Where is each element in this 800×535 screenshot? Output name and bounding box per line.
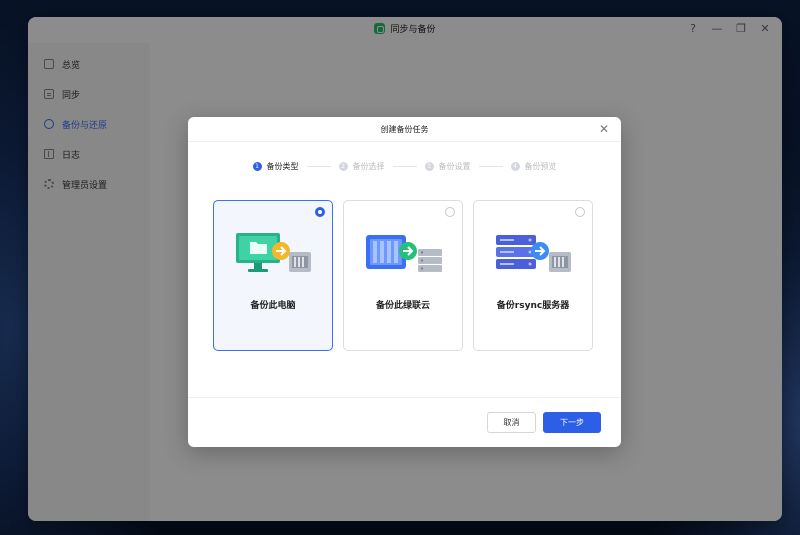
radio-button[interactable] <box>315 207 325 217</box>
step-label: 备份类型 <box>266 161 299 171</box>
create-backup-dialog: 创建备份任务 ✕ 1 备份类型 2 备份选择 3 备份设置 4 备份预览 备份此… <box>188 117 621 447</box>
radio-button[interactable] <box>575 207 585 217</box>
step-label: 备份设置 <box>438 161 471 171</box>
step-label: 备份选择 <box>352 161 385 171</box>
card-label: 备份rsync服务器 <box>496 301 570 311</box>
server-to-nas-icon <box>496 235 571 272</box>
step-backup-settings: 3 备份设置 <box>424 161 471 172</box>
card-label: 备份此电脑 <box>250 301 296 311</box>
step-divider <box>306 165 331 167</box>
option-backup-rsync-server[interactable]: 备份rsync服务器 <box>473 200 593 351</box>
option-backup-this-nas[interactable]: 备份此绿联云 <box>343 200 463 351</box>
option-backup-this-pc[interactable]: 备份此电脑 <box>213 200 333 351</box>
step-divider <box>478 165 503 167</box>
dialog-footer: 取消 下一步 <box>188 397 621 447</box>
cancel-button[interactable]: 取消 <box>487 412 536 433</box>
computer-to-nas-icon <box>236 233 311 272</box>
step-divider <box>392 165 417 167</box>
step-number: 1 <box>252 161 262 171</box>
step-label: 备份预览 <box>524 161 557 171</box>
close-icon[interactable]: ✕ <box>599 122 609 136</box>
step-number: 3 <box>424 161 434 171</box>
next-step-button[interactable]: 下一步 <box>543 412 601 433</box>
step-indicator: 1 备份类型 2 备份选择 3 备份设置 4 备份预览 <box>188 159 621 173</box>
step-backup-type: 1 备份类型 <box>252 161 299 172</box>
step-number: 4 <box>510 161 520 171</box>
step-number: 2 <box>338 161 348 171</box>
nas-to-server-icon <box>366 235 442 272</box>
radio-button[interactable] <box>445 207 455 217</box>
step-backup-preview: 4 备份预览 <box>510 161 557 172</box>
card-label: 备份此绿联云 <box>375 301 430 311</box>
backup-type-options: 备份此电脑 备份此绿联云 备份rsync服务器 <box>213 200 593 351</box>
dialog-title: 创建备份任务 <box>380 125 429 134</box>
step-backup-selection: 2 备份选择 <box>338 161 385 172</box>
